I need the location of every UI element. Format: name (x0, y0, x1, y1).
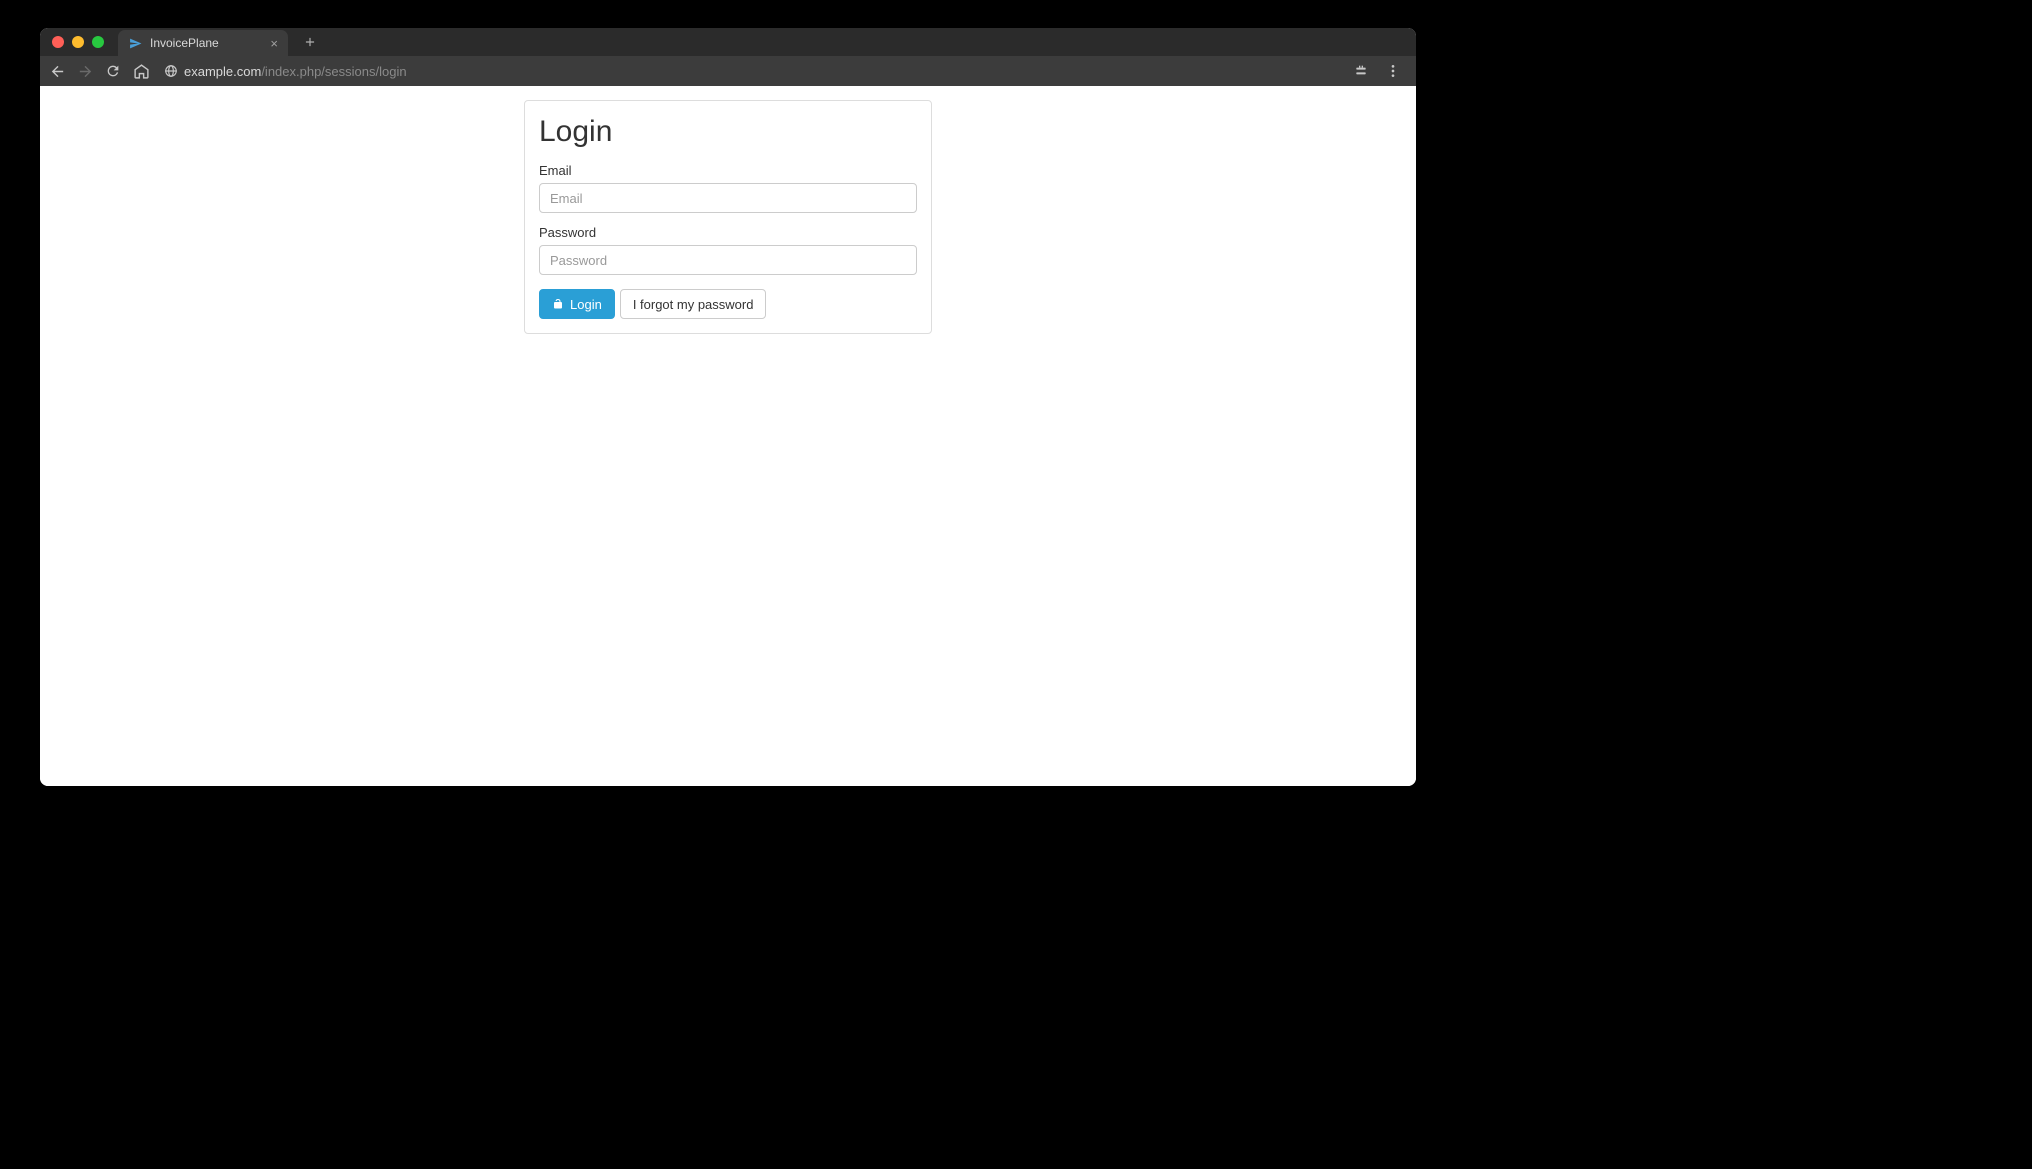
login-title: Login (539, 115, 917, 149)
button-row: Login I forgot my password (539, 289, 917, 319)
url-path: /index.php/sessions/login (261, 64, 406, 79)
forward-button[interactable] (76, 62, 94, 80)
password-form-group: Password (539, 225, 917, 275)
new-tab-button[interactable] (298, 30, 322, 54)
browser-tab[interactable]: InvoicePlane × (118, 30, 288, 56)
back-button[interactable] (48, 62, 66, 80)
tab-title: InvoicePlane (150, 36, 262, 50)
traffic-lights (52, 36, 104, 48)
title-bar: InvoicePlane × (40, 28, 1416, 56)
url-bar[interactable]: example.com/index.php/sessions/login (164, 64, 1342, 79)
reload-button[interactable] (104, 62, 122, 80)
extensions-icon[interactable] (1352, 62, 1370, 80)
close-icon[interactable]: × (270, 37, 278, 50)
email-form-group: Email (539, 163, 917, 213)
window-maximize-button[interactable] (92, 36, 104, 48)
browser-window: InvoicePlane × example.com/index.php/ses… (40, 28, 1416, 786)
forgot-password-label: I forgot my password (633, 297, 754, 312)
login-panel: Login Email Password Login I forgot my p… (524, 100, 932, 334)
site-info-icon[interactable] (164, 64, 178, 78)
email-field[interactable] (539, 183, 917, 213)
page-content: Login Email Password Login I forgot my p… (40, 86, 1416, 786)
address-bar: example.com/index.php/sessions/login (40, 56, 1416, 86)
window-minimize-button[interactable] (72, 36, 84, 48)
tab-strip: InvoicePlane × (118, 28, 322, 56)
paper-plane-icon (128, 36, 142, 50)
email-label: Email (539, 163, 917, 178)
toolbar-right (1352, 62, 1402, 80)
login-button[interactable]: Login (539, 289, 615, 319)
url-text: example.com/index.php/sessions/login (184, 64, 407, 79)
url-domain: example.com (184, 64, 261, 79)
window-close-button[interactable] (52, 36, 64, 48)
home-button[interactable] (132, 62, 150, 80)
login-button-label: Login (570, 297, 602, 312)
menu-button[interactable] (1384, 62, 1402, 80)
password-field[interactable] (539, 245, 917, 275)
unlock-icon (552, 298, 564, 310)
password-label: Password (539, 225, 917, 240)
forgot-password-button[interactable]: I forgot my password (620, 289, 767, 319)
